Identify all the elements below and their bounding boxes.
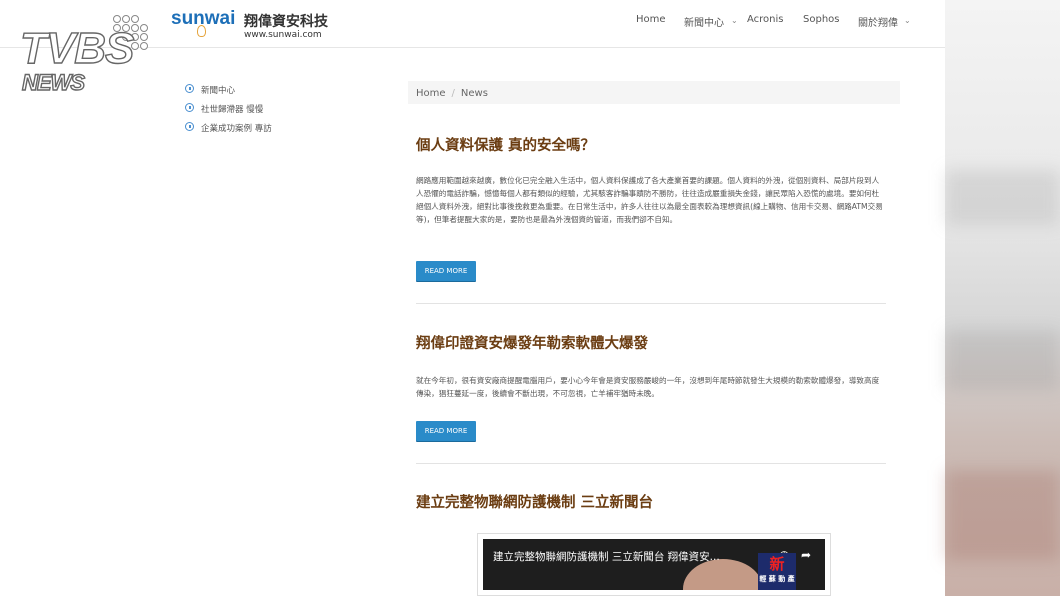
- nav-about[interactable]: 關於翔偉: [858, 14, 898, 29]
- breadcrumb-current: News: [460, 88, 488, 99]
- nav-sophos[interactable]: Sophos: [803, 14, 839, 25]
- video-embed[interactable]: 建立完整物聯網防護機制 三立新聞台 翔偉資安... ◷ ➦ 新輕 蘇 動 產: [477, 533, 831, 596]
- nav-news-center[interactable]: 新聞中心: [684, 14, 724, 29]
- post-title[interactable]: 翔偉印證資安爆發年勒索軟體大爆發: [416, 332, 886, 353]
- channel-badge: 新輕 蘇 動 產: [758, 553, 796, 590]
- logo-company-name: 翔偉資安科技: [244, 14, 328, 30]
- post-title[interactable]: 建立完整物聯網防護機制 三立新聞台: [416, 491, 886, 512]
- read-more-button[interactable]: READ MORE: [416, 421, 476, 441]
- sidebar-item-label: 企業成功案例 專訪: [201, 124, 272, 134]
- breadcrumb-home[interactable]: Home: [416, 88, 446, 99]
- read-more-button[interactable]: READ MORE: [416, 261, 476, 281]
- tvbs-news-watermark: TVBS NEWS: [18, 14, 168, 96]
- news-post: 翔偉印證資安爆發年勒索軟體大爆發 就在今年初，很有資安廠商提醒電腦用戶，要小心今…: [416, 332, 886, 452]
- nav-home[interactable]: Home: [636, 14, 666, 25]
- video-player[interactable]: 建立完整物聯網防護機制 三立新聞台 翔偉資安... ◷ ➦ 新輕 蘇 動 產: [483, 539, 825, 590]
- blurred-background: [945, 0, 1060, 596]
- sidebar-item-label: 社世歸滯器 慢慢: [201, 105, 264, 115]
- news-post: 個人資料保護 真的安全嗎？ 網路應用範圍越來越廣，數位化已完全融入生活中，個人資…: [416, 134, 886, 284]
- nav-acronis[interactable]: Acronis: [747, 14, 784, 25]
- news-post: 建立完整物聯網防護機制 三立新聞台: [416, 491, 886, 515]
- post-excerpt: 就在今年初，很有資安廠商提醒電腦用戶，要小心今年會是資安服務嚴峻的一年，沒想到年…: [416, 376, 880, 398]
- divider: [416, 303, 886, 304]
- info-icon: [185, 122, 194, 131]
- info-icon: [185, 103, 194, 112]
- info-icon: [185, 84, 194, 93]
- chevron-down-icon[interactable]: ⌄: [731, 16, 738, 25]
- divider: [416, 463, 886, 464]
- chevron-down-icon[interactable]: ⌄: [904, 16, 911, 25]
- page: sunwai 翔偉資安科技 www.sunwai.com Home 新聞中心 ⌄…: [0, 0, 1060, 596]
- post-excerpt: 網路應用範圍越來越廣，數位化已完全融入生活中，個人資料保護成了各大產業首要的課題…: [416, 176, 883, 224]
- watermark-news: NEWS: [21, 69, 85, 95]
- logo-url: www.sunwai.com: [244, 30, 322, 40]
- post-title[interactable]: 個人資料保護 真的安全嗎？: [416, 134, 886, 155]
- sidebar-item-label: 新聞中心: [201, 86, 236, 96]
- breadcrumb: Home / News: [408, 81, 900, 104]
- breadcrumb-separator: /: [451, 88, 455, 99]
- site-logo[interactable]: sunwai 翔偉資安科技 www.sunwai.com: [171, 6, 341, 42]
- lightbulb-icon: [197, 25, 206, 37]
- share-icon[interactable]: ➦: [801, 548, 811, 562]
- video-title: 建立完整物聯網防護機制 三立新聞台 翔偉資安...: [493, 551, 720, 563]
- watermark-tvbs: TVBS: [19, 23, 135, 73]
